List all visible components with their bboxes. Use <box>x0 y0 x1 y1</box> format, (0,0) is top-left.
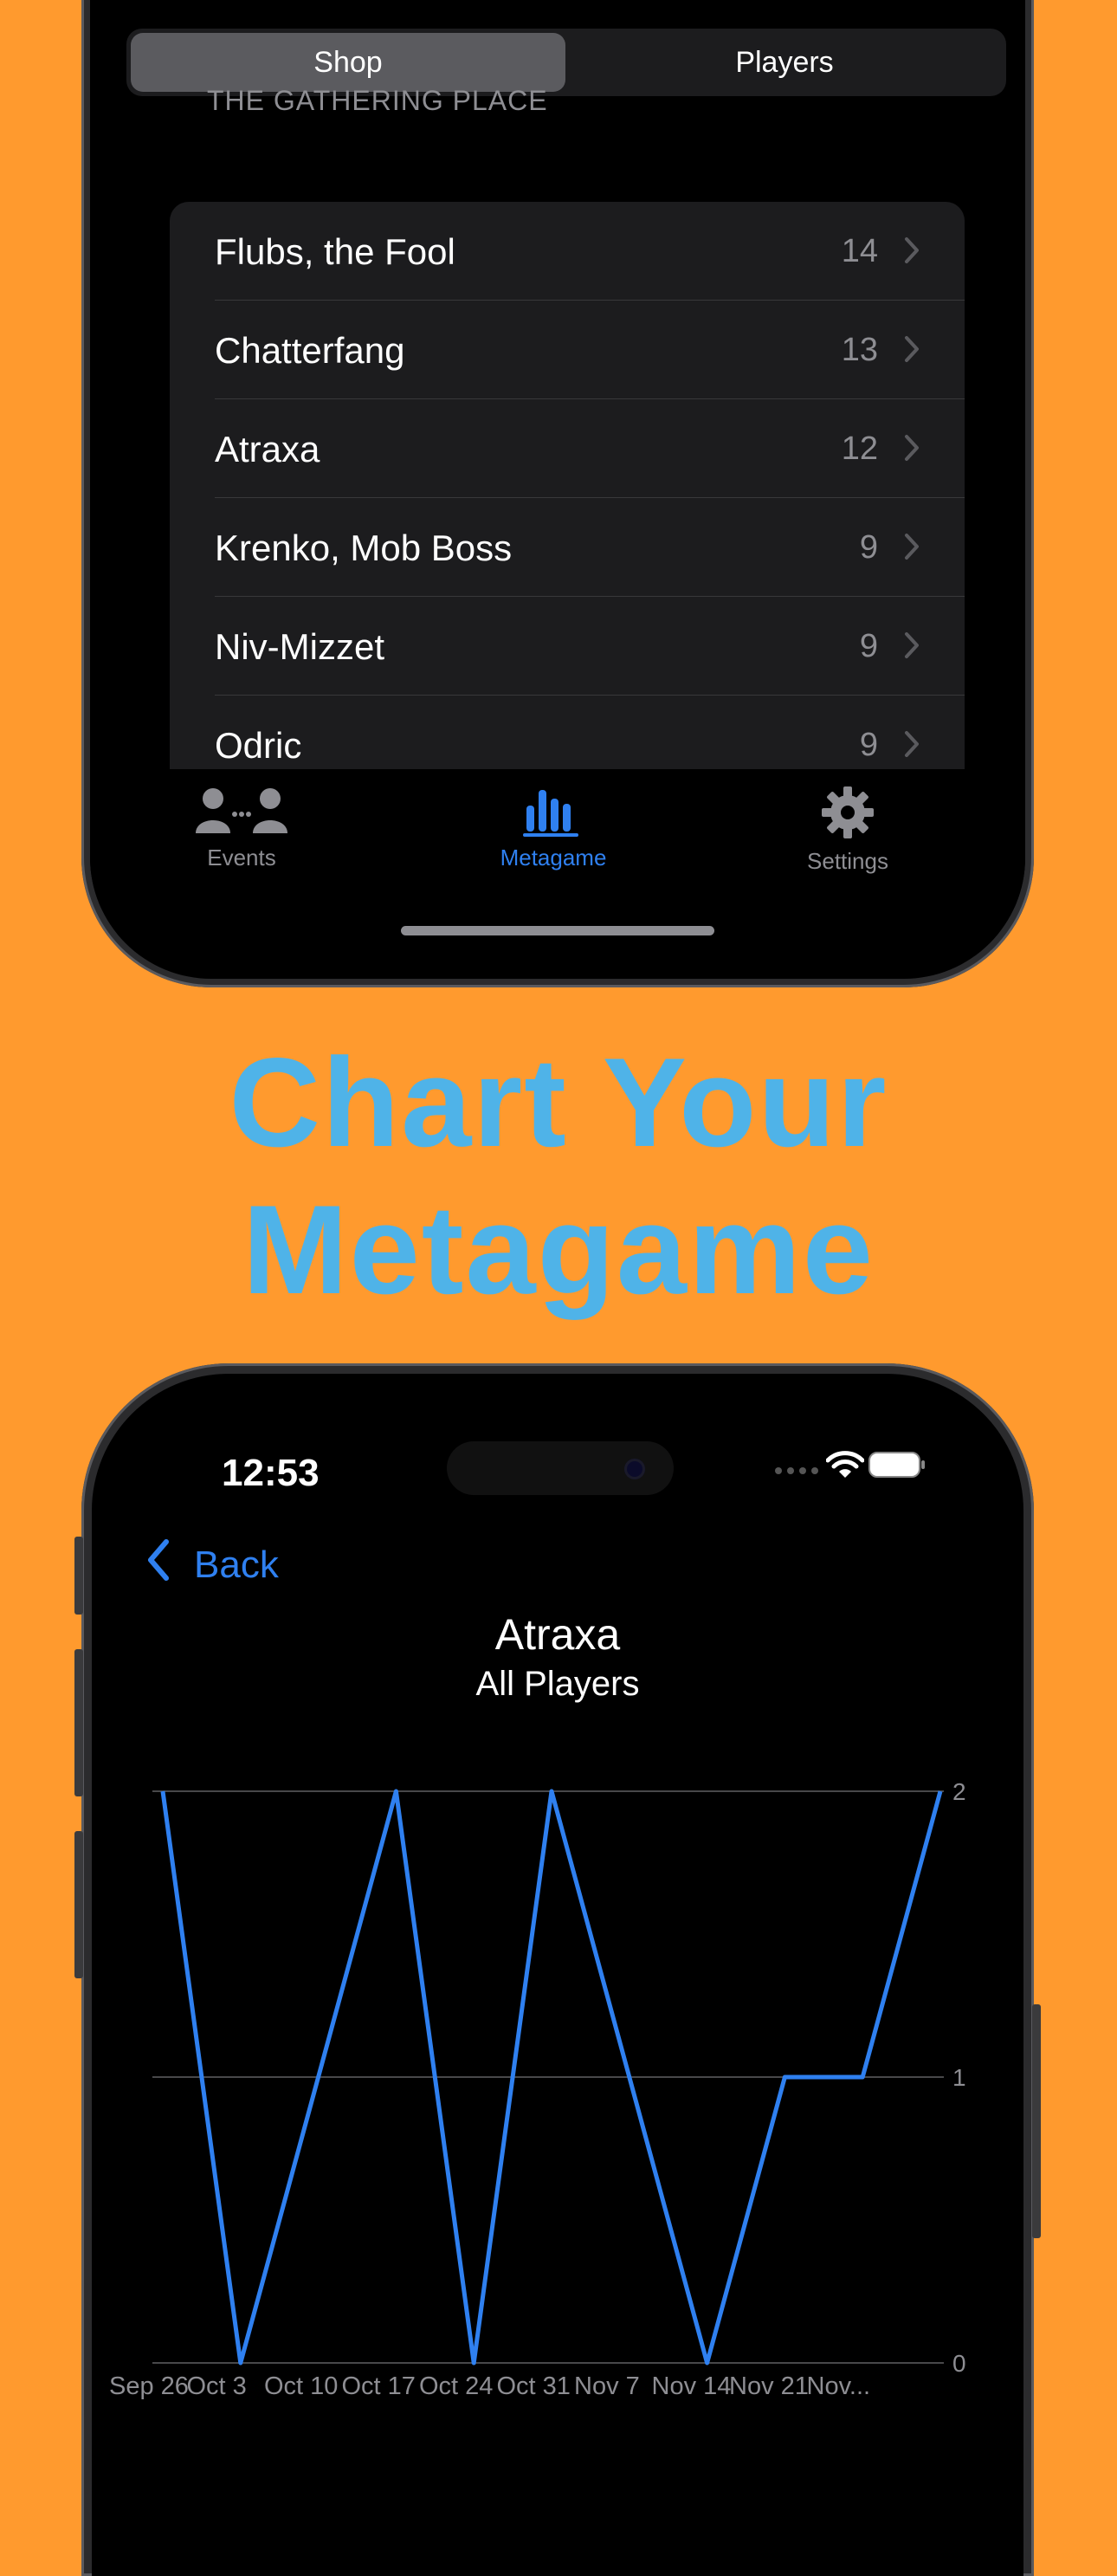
commander-name: Krenko, Mob Boss <box>215 527 513 568</box>
segment-shop[interactable]: Shop <box>131 33 565 92</box>
commander-count: 9 <box>859 628 878 664</box>
people-icon <box>194 788 289 840</box>
x-tick-label: Oct 31 <box>497 2372 571 2400</box>
commander-count: 9 <box>859 727 878 763</box>
list-item[interactable]: Odric 9 <box>170 696 965 769</box>
y-tick-label: 1 <box>952 2064 966 2091</box>
home-indicator <box>401 926 714 935</box>
tab-metagame-label: Metagame <box>500 845 607 871</box>
commander-count: 12 <box>841 430 878 467</box>
power-button <box>1032 2004 1041 2238</box>
line-chart: 012Sep 26Oct 3 Oct 10 Oct 17 Oct 24 Oct 31 No… <box>109 1778 966 2400</box>
side-button <box>74 1537 83 1615</box>
tab-settings[interactable]: Settings <box>735 785 960 875</box>
x-tick-label: Oct 3 <box>187 2372 247 2400</box>
headline-line-1: Chart Your <box>229 1032 888 1173</box>
chevron-right-icon <box>904 730 920 762</box>
tab-metagame[interactable]: Metagame <box>441 785 666 871</box>
commander-count: 9 <box>859 529 878 566</box>
commander-name: Atraxa <box>215 429 320 469</box>
bar-chart-icon <box>523 790 584 840</box>
commander-count: 14 <box>841 233 878 269</box>
gear-icon <box>820 786 875 844</box>
x-tick-label: Nov 14 <box>652 2372 732 2400</box>
top-phone-frame: Shop Players THE GATHERING PLACE Flubs, … <box>81 0 1034 987</box>
x-tick-label: Nov 21 <box>729 2372 809 2400</box>
x-tick-label: Sep 26 <box>109 2372 189 2400</box>
volume-down-button <box>74 1831 83 1978</box>
chevron-right-icon <box>904 236 920 269</box>
commander-name: Flubs, the Fool <box>215 231 455 272</box>
y-tick-label: 2 <box>952 1778 966 1805</box>
x-tick-label: Oct 17 <box>342 2372 416 2400</box>
commander-list: Flubs, the Fool 14 Chatterfang 13 Atraxa… <box>170 202 965 769</box>
list-item[interactable]: Krenko, Mob Boss 9 <box>170 498 965 597</box>
commander-count: 13 <box>841 332 878 368</box>
x-tick-label: Nov 7 <box>574 2372 640 2400</box>
headline-line-2: Metagame <box>242 1179 875 1320</box>
volume-up-button <box>74 1649 83 1796</box>
tab-settings-label: Settings <box>807 848 888 874</box>
list-item[interactable]: Niv-Mizzet 9 <box>170 597 965 696</box>
commander-name: Chatterfang <box>215 330 405 371</box>
chevron-right-icon <box>904 335 920 367</box>
list-item[interactable]: Flubs, the Fool 14 <box>170 202 965 301</box>
x-tick-label: Nov... <box>807 2372 871 2400</box>
x-tick-label: Oct 24 <box>419 2372 493 2400</box>
top-phone-screen: Shop Players THE GATHERING PLACE Flubs, … <box>90 0 1025 979</box>
segment-players[interactable]: Players <box>567 33 1002 92</box>
list-item[interactable]: Atraxa 12 <box>170 399 965 498</box>
y-tick-label: 0 <box>952 2350 966 2377</box>
commander-name: Niv-Mizzet <box>215 626 384 667</box>
tab-events-label: Events <box>207 845 276 871</box>
bottom-phone-frame: 12:53 Back Atraxa All Players 0 1 2 Sep … <box>74 1363 1041 2576</box>
tab-events[interactable]: Events <box>129 785 354 871</box>
chevron-right-icon <box>904 533 920 565</box>
headline: Chart Your Metagame <box>0 1029 1117 1324</box>
chevron-right-icon <box>904 631 920 663</box>
x-tick-label: Oct 10 <box>264 2372 338 2400</box>
commander-name: Odric <box>215 725 302 766</box>
tab-bar: Events Metagame Settings <box>90 769 1025 908</box>
section-header: THE GATHERING PLACE <box>207 85 548 116</box>
bottom-phone-screen: 12:53 Back Atraxa All Players 0 1 2 Sep … <box>92 1374 1023 2576</box>
list-item[interactable]: Chatterfang 13 <box>170 301 965 399</box>
chevron-right-icon <box>904 434 920 466</box>
